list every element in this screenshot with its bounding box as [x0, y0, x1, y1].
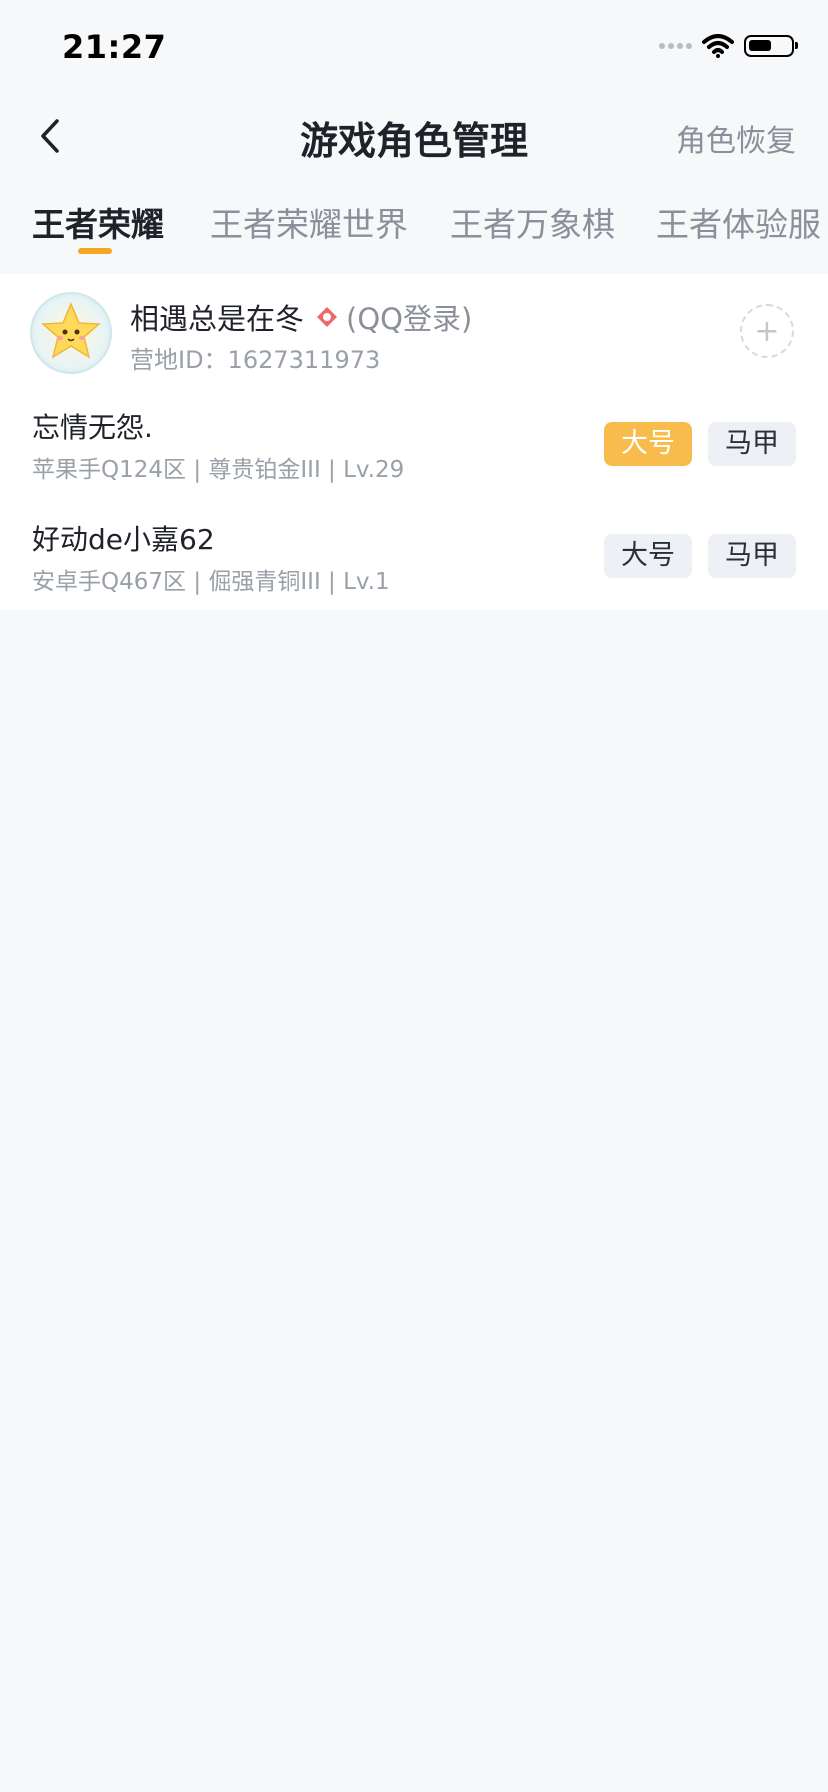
role-detail: 安卓手Q467区 | 倔强青铜III | Lv.1 [32, 569, 390, 595]
status-time: 21:27 [62, 28, 167, 66]
role-name: 忘情无怨. [32, 411, 153, 444]
tab-wangzhe-rongyao-shijie[interactable]: 王者荣耀世界 [210, 198, 408, 246]
account-name: 相遇总是在冬 [130, 302, 305, 336]
cellular-dots-icon [659, 43, 692, 49]
account-name-row: 相遇总是在冬 (QQ登录) [130, 296, 472, 338]
tab-wangzhe-rongyao[interactable]: 王者荣耀 [32, 198, 164, 246]
tab-wangzhe-wanxiangqi[interactable]: 王者万象棋 [450, 198, 615, 246]
main-account-button[interactable]: 大号 [604, 422, 692, 466]
main-account-button[interactable]: 大号 [604, 534, 692, 578]
battery-icon [744, 35, 798, 57]
wifi-icon [702, 34, 734, 58]
role-row: 好动de小嘉62 安卓手Q467区 | 倔强青铜III | Lv.1 大号 马甲 [0, 506, 828, 606]
star-avatar-icon [41, 302, 101, 359]
role-detail: 苹果手Q124区 | 尊贵铂金III | Lv.29 [32, 457, 405, 483]
status-bar: 21:27 [0, 0, 828, 100]
role-recovery-button[interactable]: 角色恢复 [676, 116, 796, 160]
status-icons [659, 34, 798, 58]
role-name: 好动de小嘉62 [32, 523, 215, 556]
login-type: (QQ登录) [346, 302, 473, 336]
role-row: 忘情无怨. 苹果手Q124区 | 尊贵铂金III | Lv.29 大号 马甲 [0, 394, 828, 494]
account-card: 相遇总是在冬 (QQ登录) 营地ID：1627311973 + 忘情无怨. 苹果… [0, 274, 828, 610]
avatar[interactable] [30, 292, 112, 374]
alt-account-button[interactable]: 马甲 [708, 422, 796, 466]
alt-account-button[interactable]: 马甲 [708, 534, 796, 578]
qq-badge-icon [317, 307, 338, 327]
game-tabs: 王者荣耀 王者荣耀世界 王者万象棋 王者体验服 [0, 190, 828, 260]
camp-id: 营地ID：1627311973 [130, 346, 381, 374]
nav-bar: 游戏角色管理 角色恢复 [0, 100, 828, 172]
active-tab-indicator [78, 248, 112, 254]
tab-wangzhe-tiyanfu[interactable]: 王者体验服 [656, 198, 821, 246]
plus-icon: + [754, 313, 780, 349]
add-role-button[interactable]: + [740, 304, 794, 358]
